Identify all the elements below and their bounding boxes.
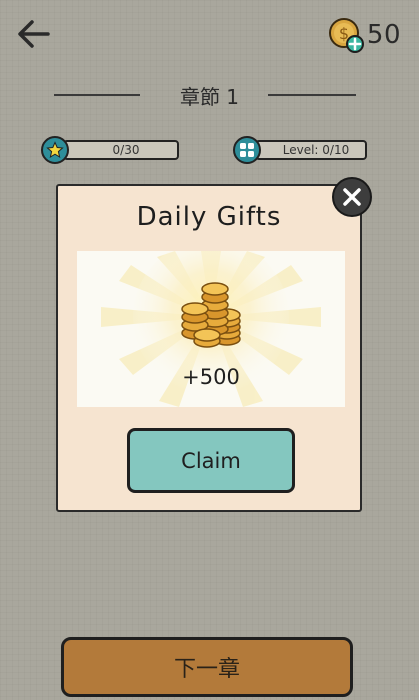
reward-amount: +500: [182, 365, 240, 389]
back-button[interactable]: [14, 16, 54, 52]
levels-count: Level: 0/10: [255, 140, 367, 160]
chapter-title: 章節 1: [179, 85, 240, 109]
arrow-left-icon: [18, 20, 50, 48]
star-icon: [41, 136, 69, 164]
divider: [268, 94, 356, 96]
reward-panel: +500: [77, 251, 345, 407]
dialog-title: Daily Gifts: [136, 202, 282, 232]
close-button[interactable]: [332, 177, 372, 217]
close-icon: [343, 188, 361, 206]
daily-gifts-dialog: Daily Gifts +500 Claim: [56, 184, 362, 512]
stars-count: 0/30: [63, 140, 179, 160]
coin-count: 50: [366, 20, 401, 50]
coin-plus-icon[interactable]: $: [325, 16, 365, 54]
next-chapter-button[interactable]: 下一章: [61, 637, 353, 697]
chapter-header: 章節 1: [0, 81, 419, 109]
coin-stack-icon: [181, 282, 241, 348]
stars-progress: 0/30: [41, 136, 179, 164]
grid-icon: [233, 136, 261, 164]
coin-balance[interactable]: $ 50: [325, 16, 401, 54]
levels-progress: Level: 0/10: [233, 136, 367, 164]
claim-button[interactable]: Claim: [127, 428, 295, 493]
